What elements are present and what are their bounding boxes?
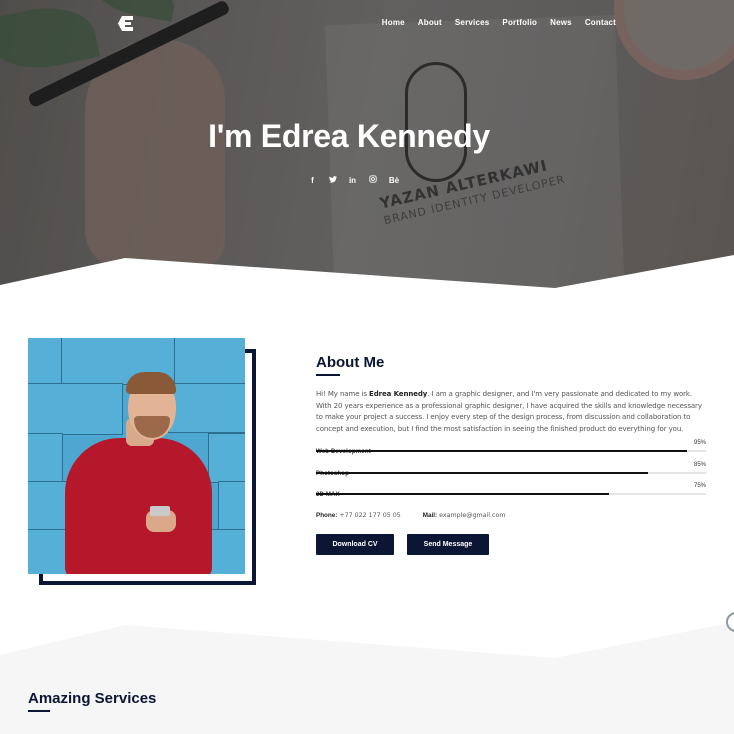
- wall-brick: [28, 529, 68, 574]
- about-intro-prefix: Hi! My name is: [316, 390, 370, 398]
- phone-value: +77 022 177 05 05: [339, 512, 401, 519]
- skill-bar: Web Development 95%: [316, 440, 706, 458]
- about-description: Hi! My name is Edrea Kennedy. I am a gra…: [316, 389, 708, 435]
- skill-percent: 85%: [693, 462, 706, 468]
- wall-brick: [28, 433, 63, 483]
- contact-info: Phone: +77 022 177 05 05 Mail: example@g…: [316, 512, 505, 519]
- wall-brick: [28, 338, 63, 385]
- hero-section: YAZAN ALTERKAWI BRAND IDENTITY DEVELOPER…: [0, 0, 734, 300]
- services-background-shape: [0, 622, 734, 734]
- wall-brick: [208, 433, 245, 483]
- skill-track: [316, 472, 706, 474]
- mail-label: Mail:: [422, 512, 438, 519]
- profile-photo: [28, 338, 245, 574]
- wall-brick: [28, 383, 123, 435]
- skill-track: [316, 450, 706, 452]
- about-name: Edrea Kennedy: [369, 390, 428, 398]
- about-title-underline: [316, 374, 340, 376]
- skill-percent: 75%: [693, 483, 706, 489]
- skill-bar: 3D MAX 75%: [316, 483, 706, 501]
- skill-fill: [316, 493, 609, 495]
- person-phone: [150, 506, 170, 516]
- wall-brick: [218, 481, 245, 531]
- download-cv-button[interactable]: Download CV: [316, 534, 394, 555]
- person-sweater: [65, 438, 212, 574]
- skill-fill: [316, 472, 648, 474]
- services-title-underline: [28, 710, 50, 712]
- hero-bottom-shape: [0, 255, 734, 300]
- phone-label: Phone:: [316, 512, 338, 519]
- skill-track: [316, 493, 706, 495]
- mail-value[interactable]: example@gmail.com: [439, 512, 505, 519]
- person-hair: [126, 372, 176, 394]
- wall-brick: [174, 338, 245, 385]
- about-title: About Me: [316, 354, 385, 371]
- wall-brick: [168, 383, 245, 433]
- wall-brick: [28, 481, 68, 531]
- skill-fill: [316, 450, 687, 452]
- send-message-button[interactable]: Send Message: [407, 534, 489, 555]
- skill-bar: Photoshop 85%: [316, 462, 706, 480]
- skill-percent: 95%: [693, 440, 706, 446]
- services-title: Amazing Services: [28, 690, 157, 707]
